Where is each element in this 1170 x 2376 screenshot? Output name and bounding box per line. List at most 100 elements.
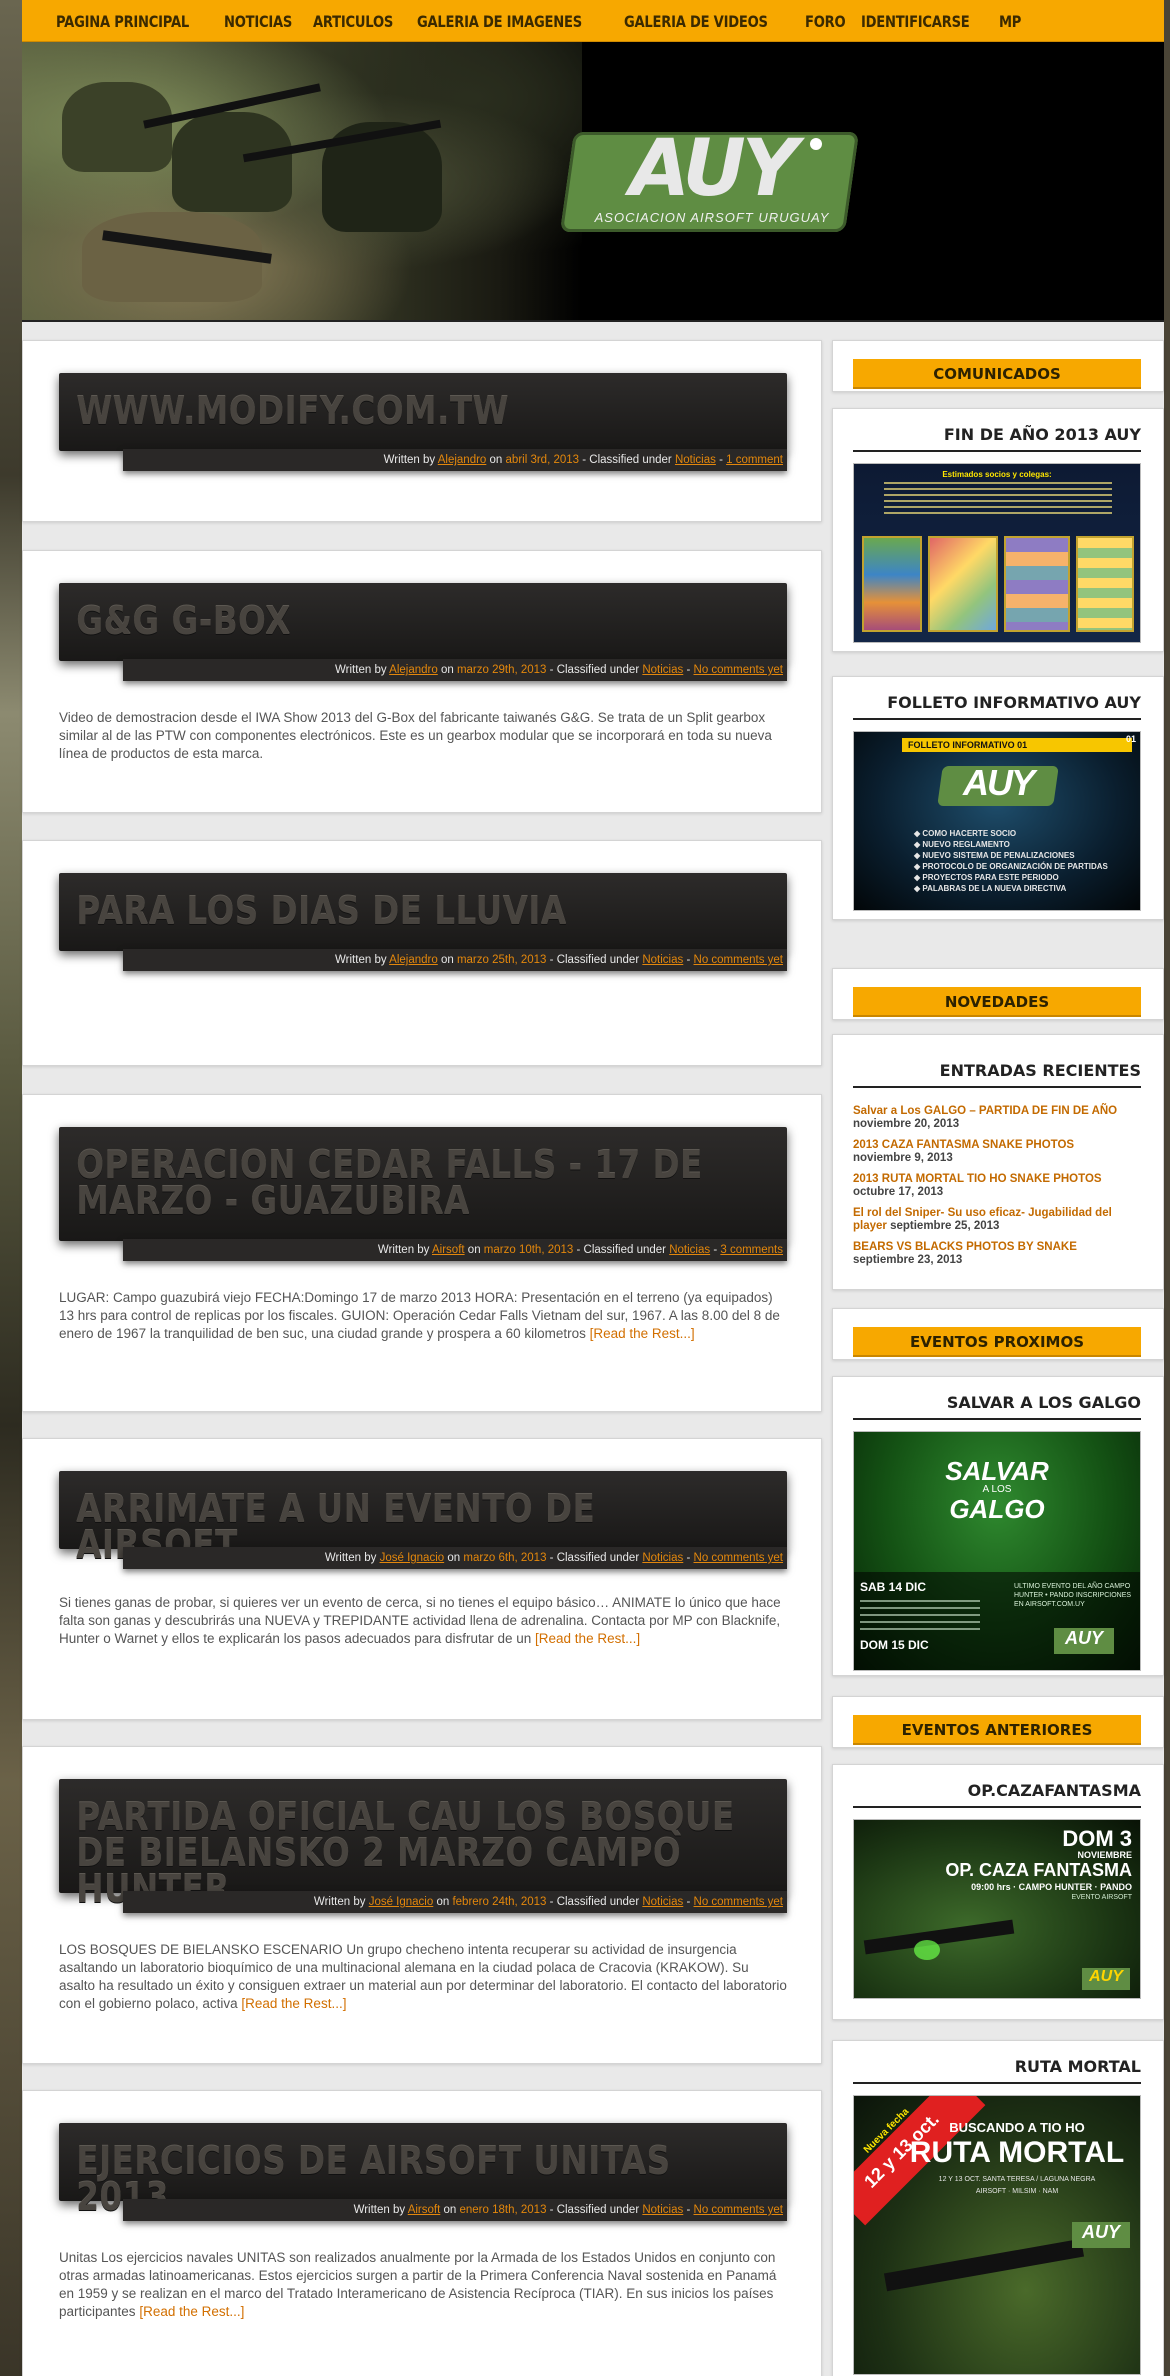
post-excerpt: Si tienes ganas de probar, si quieres ve… (59, 1595, 781, 1646)
post-author-link[interactable]: José Ignacio (369, 1896, 434, 1908)
widget-heading-comunicados: COMUNICADOS (853, 359, 1141, 389)
salvar-galgo-image[interactable]: SALVAR A LOS GALGO SAB 14 DIC ULTIMO EVE… (853, 1431, 1141, 1671)
nav-item-galeria-imagenes[interactable]: GALERIA DE IMAGENES (417, 12, 582, 31)
post-card: ARRIMATE A UN EVENTO DE AIRSOFT Written … (22, 1438, 822, 1720)
post-card: PARTIDA OFICIAL CAU LOS BOSQUE DE BIELAN… (22, 1746, 822, 2064)
post-category-link[interactable]: Noticias (642, 954, 683, 966)
widget-title-galgo: SALVAR A LOS GALGO (853, 1393, 1141, 1420)
post-title[interactable]: PARA LOS DIAS DE LLUVIA (59, 873, 773, 939)
recent-post-link[interactable]: Salvar a Los GALGO – PARTIDA DE FIN DE A… (853, 1105, 1141, 1118)
recent-posts-list: Salvar a Los GALGO – PARTIDA DE FIN DE A… (853, 1105, 1141, 1275)
widget-title-recientes: ENTRADAS RECIENTES (853, 1061, 1141, 1088)
post-comments-link[interactable]: 1 comment (726, 454, 783, 466)
post-card: WWW.MODIFY.COM.TW Written by Alejandro o… (22, 340, 822, 522)
post-date: marzo 10th, 2013 (483, 1244, 574, 1256)
read-more-link[interactable]: [Read the Rest...] (139, 2304, 244, 2319)
post-date: marzo 29th, 2013 (456, 664, 547, 676)
widget-novedades: NOVEDADES (832, 968, 1164, 1020)
post-author-link[interactable]: Alejandro (389, 664, 438, 676)
recent-post-link[interactable]: El rol del Sniper- Su uso eficaz- Jugabi… (853, 1207, 1141, 1233)
post-date: enero 18th, 2013 (459, 2204, 547, 2216)
nav-item-foro[interactable]: FORO (805, 12, 846, 31)
header-photo (22, 42, 582, 320)
nav-item-noticias[interactable]: NOTICIAS (224, 12, 292, 31)
ruta-mortal-image[interactable]: Nueva fecha 12 y 13 oct. BUSCANDO A TIO … (853, 2095, 1141, 2375)
widget-title-folleto: FOLLETO INFORMATIVO AUY (853, 693, 1141, 720)
widget-fin-de-ano: FIN DE AñO 2013 AUY Estimados socios y c… (832, 408, 1164, 652)
post-title[interactable]: WWW.MODIFY.COM.TW (59, 373, 773, 439)
post-category-link[interactable]: Noticias (669, 1244, 710, 1256)
widget-eventos-anteriores: EVENTOS ANTERIORES (832, 1696, 1164, 1748)
widget-title-cazafantasma: OP.CAZAFANTASMA (853, 1781, 1141, 1808)
list-item: BEARS VS BLACKS PHOTOS BY SNAKE septiembr… (853, 1241, 1141, 1267)
recent-post-link[interactable]: BEARS VS BLACKS PHOTOS BY SNAKE (853, 1241, 1141, 1254)
post-date: marzo 6th, 2013 (463, 1552, 547, 1564)
post-comments-link[interactable]: No comments yet (694, 1552, 783, 1564)
post-author-link[interactable]: Alejandro (438, 454, 487, 466)
post-author-link[interactable]: Alejandro (389, 954, 438, 966)
post-excerpt: LUGAR: Campo guazubirá viejo FECHA:Domin… (59, 1290, 780, 1341)
post-title[interactable]: OPERACION CEDAR FALLS - 17 DE MARZO - GU… (59, 1127, 773, 1229)
list-item: 2013 RUTA MORTAL TIO HO SNAKE PHOTOS octu… (853, 1173, 1141, 1199)
page: PAGINA PRINCIPAL NOTICIAS ARTICULOS GALE… (22, 0, 1164, 2376)
background-photo-strip (0, 0, 22, 2376)
nav-item-pagina-principal[interactable]: PAGINA PRINCIPAL (56, 12, 189, 31)
nav-item-articulos[interactable]: ARTICULOS (313, 12, 393, 31)
post-comments-link[interactable]: No comments yet (694, 954, 783, 966)
nav-item-mp[interactable]: MP (999, 12, 1021, 31)
widget-folleto: FOLLETO INFORMATIVO AUY FOLLETO INFORMAT… (832, 676, 1164, 920)
fin-de-ano-image[interactable]: Estimados socios y colegas: (853, 463, 1141, 643)
post-meta: Written by José Ignacio on marzo 6th, 20… (123, 1547, 787, 1569)
list-item: Salvar a Los GALGO – PARTIDA DE FIN DE A… (853, 1105, 1141, 1131)
post-meta: Written by Airsoft on marzo 10th, 2013 -… (123, 1239, 787, 1261)
widget-title-ruta-mortal: RUTA MORTAL (853, 2057, 1141, 2084)
post-category-link[interactable]: Noticias (642, 1896, 683, 1908)
post-excerpt: Video de demostracion desde el IWA Show … (59, 710, 772, 761)
widget-entradas-recientes: ENTRADAS RECIENTES Salvar a Los GALGO – … (832, 1034, 1164, 1290)
logo-dot (810, 138, 822, 150)
widget-heading-eventos-proximos: EVENTOS PROXIMOS (853, 1327, 1141, 1357)
nav-item-galeria-videos[interactable]: GALERIA DE VIDEOS (624, 12, 768, 31)
recent-post-link[interactable]: 2013 RUTA MORTAL TIO HO SNAKE PHOTOS (853, 1173, 1141, 1186)
post-title-box: ARRIMATE A UN EVENTO DE AIRSOFT Written … (59, 1471, 787, 1569)
post-date: febrero 24th, 2013 (452, 1896, 547, 1908)
cazafantasma-image[interactable]: DOM 3 NOVIEMBRE OP. CAZA FANTASMA 09:00 … (853, 1819, 1141, 1999)
read-more-link[interactable]: [Read the Rest...] (535, 1631, 640, 1646)
post-card: EJERCICIOS DE AIRSOFT UNITAS 2013 Writte… (22, 2090, 822, 2376)
post-comments-link[interactable]: No comments yet (694, 664, 783, 676)
post-excerpt: Unitas Los ejercicios navales UNITAS son… (59, 2250, 777, 2319)
post-comments-link[interactable]: 3 comments (720, 1244, 783, 1256)
post-card: G&G G-BOX Written by Alejandro on marzo … (22, 550, 822, 813)
post-title[interactable]: G&G G-BOX (59, 583, 773, 649)
recent-post-date: septiembre 23, 2013 (853, 1254, 963, 1266)
logo-subtitle: ASOCIACION AIRSOFT URUGUAY (594, 210, 830, 225)
read-more-link[interactable]: [Read the Rest...] (241, 1996, 346, 2011)
widget-comunicados: COMUNICADOS (832, 340, 1164, 392)
main-nav: PAGINA PRINCIPAL NOTICIAS ARTICULOS GALE… (22, 0, 1164, 42)
post-category-link[interactable]: Noticias (675, 454, 716, 466)
post-category-link[interactable]: Noticias (642, 2204, 683, 2216)
post-title-box: EJERCICIOS DE AIRSOFT UNITAS 2013 Writte… (59, 2123, 787, 2221)
folleto-image[interactable]: FOLLETO INFORMATIVO 01 01 AUY ◆ COMO HAC… (853, 731, 1141, 911)
widget-eventos-proximos: EVENTOS PROXIMOS (832, 1308, 1164, 1360)
post-excerpt: LOS BOSQUES DE BIELANSKO ESCENARIO Un gr… (59, 1942, 787, 2011)
post-meta: Written by Alejandro on marzo 25th, 2013… (123, 949, 787, 971)
recent-post-link[interactable]: 2013 CAZA FANTASMA SNAKE PHOTOS (853, 1139, 1141, 1152)
post-author-link[interactable]: Airsoft (432, 1244, 465, 1256)
nav-item-identificarse[interactable]: IDENTIFICARSE (861, 12, 970, 31)
post-comments-link[interactable]: No comments yet (694, 2204, 783, 2216)
post-title-box: PARA LOS DIAS DE LLUVIA Written by Aleja… (59, 873, 787, 971)
read-more-link[interactable]: [Read the Rest...] (590, 1326, 695, 1341)
post-card: OPERACION CEDAR FALLS - 17 DE MARZO - GU… (22, 1094, 822, 1412)
post-title-box: WWW.MODIFY.COM.TW Written by Alejandro o… (59, 373, 787, 471)
post-comments-link[interactable]: No comments yet (694, 1896, 783, 1908)
header-banner: AUY ASOCIACION AIRSOFT URUGUAY (22, 42, 1164, 322)
post-meta: Written by Alejandro on abril 3rd, 2013 … (123, 449, 787, 471)
post-author-link[interactable]: José Ignacio (380, 1552, 445, 1564)
post-author-link[interactable]: Airsoft (408, 2204, 441, 2216)
post-date: marzo 25th, 2013 (456, 954, 547, 966)
post-title-box: PARTIDA OFICIAL CAU LOS BOSQUE DE BIELAN… (59, 1779, 787, 1913)
post-card: PARA LOS DIAS DE LLUVIA Written by Aleja… (22, 840, 822, 1066)
post-category-link[interactable]: Noticias (642, 1552, 683, 1564)
post-category-link[interactable]: Noticias (642, 664, 683, 676)
